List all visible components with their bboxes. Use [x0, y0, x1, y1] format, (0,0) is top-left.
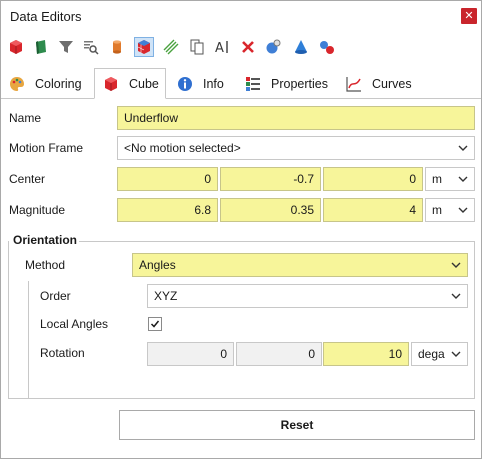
magnitude-x-input[interactable]: 6.8 — [117, 198, 218, 222]
camera-sphere-icon[interactable] — [263, 37, 283, 57]
toolbar: A — [1, 35, 481, 61]
rotation-unit-select[interactable]: dega — [411, 342, 468, 366]
motion-frame-value: <No motion selected> — [124, 141, 241, 155]
magnitude-y-value: 0.35 — [290, 203, 314, 217]
center-x-input[interactable]: 0 — [117, 167, 218, 191]
orientation-title: Orientation — [13, 233, 78, 247]
tab-label: Properties — [271, 77, 328, 91]
magnitude-y-input[interactable]: 0.35 — [220, 198, 321, 222]
order-label: Order — [40, 289, 71, 303]
cone-icon[interactable] — [291, 37, 311, 57]
palette-icon — [9, 76, 25, 92]
magnitude-z-input[interactable]: 4 — [323, 198, 423, 222]
tab-properties[interactable]: Properties — [237, 69, 335, 99]
search-list-icon[interactable] — [81, 37, 101, 57]
center-unit-select[interactable]: m — [425, 167, 475, 191]
delete-icon[interactable] — [238, 37, 258, 57]
rotation-z-value: 10 — [388, 347, 402, 361]
text-cursor-icon[interactable]: A — [212, 37, 232, 57]
chevron-down-icon — [451, 262, 461, 268]
tab-label: Coloring — [35, 77, 82, 91]
method-label: Method — [25, 258, 66, 272]
chevron-down-icon — [458, 207, 468, 213]
tab-label: Cube — [129, 76, 159, 91]
tab-bar: Coloring Cube Info Properties Curves — [1, 67, 481, 99]
cube-icon — [103, 76, 119, 92]
name-label: Name — [9, 111, 42, 125]
rotation-z-input[interactable]: 10 — [323, 342, 409, 366]
cube-grid-icon[interactable] — [134, 37, 154, 57]
chevron-down-icon — [451, 351, 461, 357]
magnitude-x-value: 6.8 — [194, 203, 211, 217]
title-bar: Data Editors ✕ — [1, 1, 481, 32]
checkmark-icon — [150, 320, 160, 328]
magnitude-unit-select[interactable]: m — [425, 198, 475, 222]
close-button[interactable]: ✕ — [461, 8, 477, 24]
chevron-down-icon — [451, 293, 461, 299]
motion-frame-select[interactable]: <No motion selected> — [117, 136, 475, 160]
reset-button[interactable]: Reset — [119, 410, 475, 440]
chevron-down-icon — [458, 145, 468, 151]
local-angles-checkbox[interactable] — [148, 317, 162, 331]
tab-coloring[interactable]: Coloring — [1, 69, 90, 99]
magnitude-label: Magnitude — [9, 203, 66, 217]
name-value: Underflow — [124, 111, 179, 125]
chevron-down-icon — [458, 176, 468, 182]
method-value: Angles — [139, 258, 176, 272]
center-y-value: -0.7 — [293, 172, 314, 186]
order-value: XYZ — [154, 289, 178, 303]
tab-label: Info — [203, 77, 224, 91]
magnitude-z-value: 4 — [409, 203, 416, 217]
window-title: Data Editors — [10, 9, 82, 24]
curve-icon — [346, 76, 362, 92]
tab-info[interactable]: Info — [169, 69, 235, 99]
rotation-label: Rotation — [40, 346, 85, 360]
rotation-unit-value: dega — [418, 347, 445, 361]
cylinder-icon[interactable] — [107, 37, 127, 57]
molecule-icon[interactable] — [317, 37, 337, 57]
local-angles-label: Local Angles — [40, 317, 109, 331]
red-cube-icon[interactable] — [6, 37, 26, 57]
center-unit-value: m — [432, 172, 442, 186]
center-z-input[interactable]: 0 — [323, 167, 423, 191]
green-flag-icon[interactable] — [31, 37, 51, 57]
svg-text:A: A — [215, 41, 224, 55]
rotation-y-value: 0 — [308, 347, 315, 361]
center-z-value: 0 — [409, 172, 416, 186]
order-select[interactable]: XYZ — [147, 284, 468, 308]
tab-cube[interactable]: Cube — [94, 68, 166, 99]
data-editors-window: Data Editors ✕ A Coloring Cube Info Prop… — [0, 0, 482, 459]
center-label: Center — [9, 172, 46, 186]
center-x-value: 0 — [204, 172, 211, 186]
tab-curves[interactable]: Curves — [338, 69, 418, 99]
tab-label: Curves — [372, 77, 412, 91]
properties-icon — [245, 76, 261, 92]
group-divider — [79, 241, 475, 242]
info-icon — [177, 76, 193, 92]
method-select[interactable]: Angles — [132, 253, 468, 277]
name-input[interactable]: Underflow — [117, 106, 475, 130]
magnitude-unit-value: m — [432, 203, 442, 217]
rotation-x-input[interactable]: 0 — [147, 342, 234, 366]
funnel-icon[interactable] — [56, 37, 76, 57]
motion-frame-label: Motion Frame — [9, 141, 84, 155]
rotation-y-input[interactable]: 0 — [236, 342, 322, 366]
rotation-x-value: 0 — [220, 347, 227, 361]
copy-icon[interactable] — [187, 37, 207, 57]
hatch-icon[interactable] — [161, 37, 181, 57]
center-y-input[interactable]: -0.7 — [220, 167, 321, 191]
